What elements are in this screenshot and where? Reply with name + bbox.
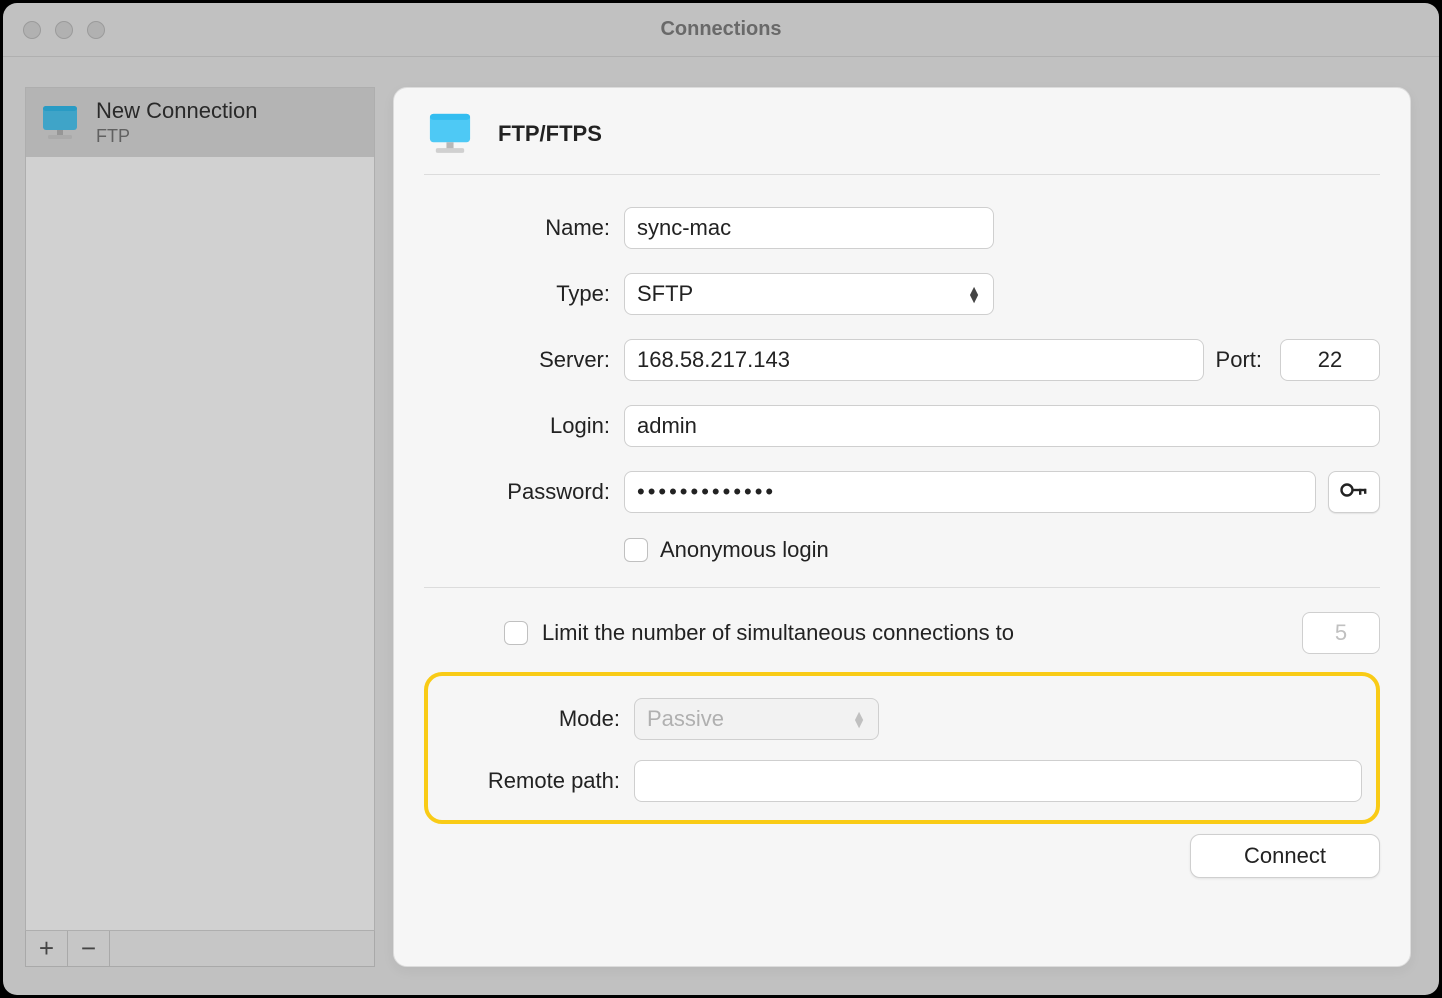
window-title: Connections bbox=[3, 18, 1439, 41]
network-drive-icon bbox=[38, 101, 82, 145]
updown-icon: ▲▼ bbox=[852, 711, 866, 727]
sidebar-footer: + − bbox=[25, 931, 375, 967]
type-select[interactable]: SFTP ▲▼ bbox=[624, 273, 994, 315]
login-label: Login: bbox=[424, 413, 624, 439]
connect-button[interactable]: Connect bbox=[1190, 834, 1380, 878]
sidebar-item-new-connection[interactable]: New Connection FTP bbox=[26, 88, 374, 157]
connections-list[interactable]: New Connection FTP bbox=[25, 87, 375, 931]
titlebar: Connections bbox=[3, 3, 1439, 57]
limit-connections-label: Limit the number of simultaneous connect… bbox=[542, 620, 1014, 646]
type-value: SFTP bbox=[637, 281, 693, 307]
anonymous-label: Anonymous login bbox=[660, 537, 829, 563]
content-area: New Connection FTP + − bbox=[3, 57, 1439, 995]
limit-connections-checkbox[interactable] bbox=[504, 621, 528, 645]
password-input[interactable] bbox=[624, 471, 1316, 513]
close-window-button[interactable] bbox=[23, 21, 41, 39]
sidebar-item-subtitle: FTP bbox=[96, 126, 257, 147]
minimize-window-button[interactable] bbox=[55, 21, 73, 39]
port-input[interactable] bbox=[1280, 339, 1380, 381]
login-input[interactable] bbox=[624, 405, 1380, 447]
remote-path-label: Remote path: bbox=[434, 768, 634, 794]
mode-label: Mode: bbox=[434, 706, 634, 732]
server-label: Server: bbox=[424, 347, 624, 373]
limit-connections-value[interactable]: 5 bbox=[1302, 612, 1380, 654]
section-separator bbox=[424, 587, 1380, 588]
key-button[interactable] bbox=[1328, 471, 1380, 513]
network-drive-icon bbox=[424, 108, 476, 160]
mode-select: Passive ▲▼ bbox=[634, 698, 879, 740]
connection-panel: FTP/FTPS Name: Type: SFTP ▲▼ bbox=[393, 87, 1411, 967]
name-label: Name: bbox=[424, 215, 624, 241]
updown-icon: ▲▼ bbox=[967, 286, 981, 302]
remote-path-input[interactable] bbox=[634, 760, 1362, 802]
panel-title: FTP/FTPS bbox=[498, 121, 602, 147]
port-label: Port: bbox=[1216, 347, 1262, 373]
mode-value: Passive bbox=[647, 706, 724, 732]
connections-window: Connections New Connection F bbox=[3, 3, 1439, 995]
server-input[interactable] bbox=[624, 339, 1204, 381]
add-connection-button[interactable]: + bbox=[26, 931, 68, 966]
key-icon bbox=[1340, 482, 1368, 503]
sidebar-item-title: New Connection bbox=[96, 98, 257, 124]
zoom-window-button[interactable] bbox=[87, 21, 105, 39]
sidebar: New Connection FTP + − bbox=[25, 87, 375, 967]
anonymous-checkbox[interactable] bbox=[624, 538, 648, 562]
name-input[interactable] bbox=[624, 207, 994, 249]
highlighted-section: Mode: Passive ▲▼ Remote path: bbox=[424, 672, 1380, 824]
password-label: Password: bbox=[424, 479, 624, 505]
remove-connection-button[interactable]: − bbox=[68, 931, 110, 966]
type-label: Type: bbox=[424, 281, 624, 307]
traffic-lights bbox=[23, 21, 105, 39]
